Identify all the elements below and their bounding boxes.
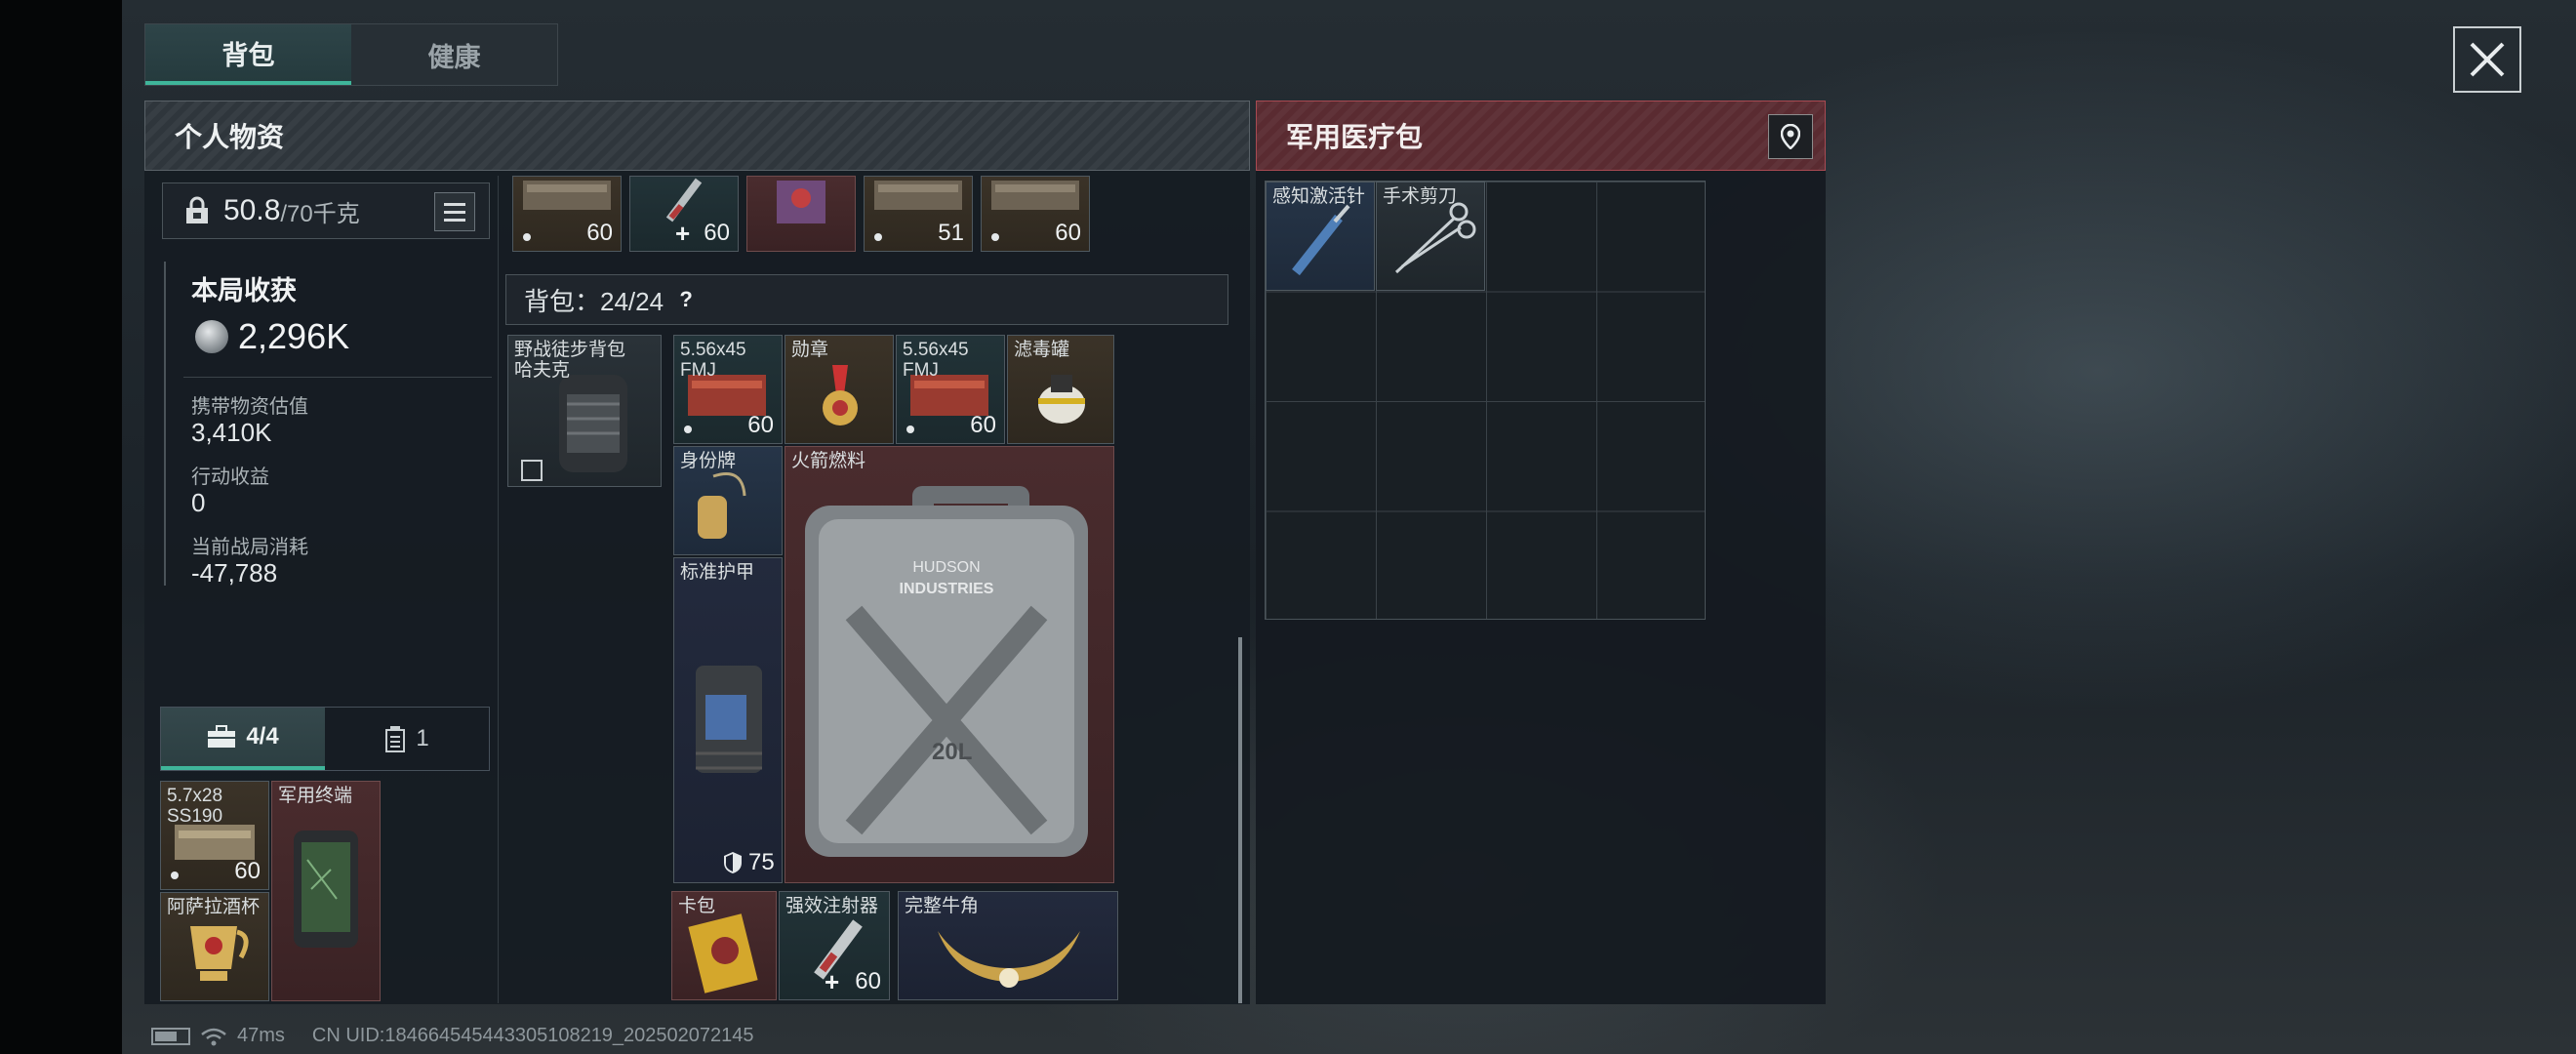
screen-edge [0,0,122,1054]
item-name: 阿萨拉酒杯 [167,897,261,917]
lock-icon [186,196,208,223]
item-count: 60 [234,858,261,884]
bag-item-horn[interactable]: 完整牛角 [898,891,1118,1000]
pouch-item-terminal[interactable]: 军用终端 [271,781,381,1001]
item-name: 5.56x45 FMJ [680,340,746,381]
rig-item-ammo-box[interactable]: 60 [981,176,1090,252]
weight-value: 50.8 [223,194,281,226]
stats-heading: 本局收获 [191,276,297,305]
item-name: 军用终端 [278,786,353,806]
tab-backpack[interactable]: 背包 [145,24,351,85]
item-name: 滤毒罐 [1014,340,1070,360]
item-count: 60 [1055,220,1081,246]
close-button[interactable] [2453,26,2521,93]
can-brand-sub: INDUSTRIES [900,581,994,597]
item-count: 60 [970,412,996,438]
action-label: 行动收益 [191,466,269,488]
close-icon [2470,42,2505,77]
tab-label: 1 [416,725,429,751]
weight-max: /70千克 [280,200,360,227]
briefcase-icon [208,725,236,748]
rig-item-ammo-box[interactable]: 60 [512,176,622,252]
backpack-slot[interactable]: 野战徒步背包 哈夫克 [507,335,662,487]
med-item-stimulant[interactable]: 感知激活针 [1266,182,1375,291]
armor-durability: 75 [748,849,775,875]
ping: 47ms [237,1025,285,1046]
stats-total: 2,296K [238,316,350,356]
item-name: 5.56x45 FMJ [903,340,969,381]
item-name: 5.7x28 SS190 [167,786,223,827]
item-name: 手术剪刀 [1383,186,1458,207]
item-name: 感知激活针 [1272,186,1366,207]
locate-button[interactable] [1768,114,1813,159]
list-icon [444,202,465,206]
coin-icon [195,320,228,353]
bag-item-armor[interactable]: 标准护甲 75 [673,557,783,883]
item-name: 身份牌 [680,451,737,471]
carry-label: 携带物资估值 [191,396,308,418]
stats-divider [183,377,492,378]
panel-divider [498,176,499,1003]
personal-panel-title: 个人物资 [144,101,1250,171]
rig-item-card-bag[interactable] [746,176,856,252]
item-name: 强效注射器 [785,896,879,916]
bag-item-ammo-556[interactable]: 5.56x45 FMJ 60 [896,335,1005,444]
terminal-icon [294,831,358,948]
battery-icon [151,1027,190,1045]
pouch-item-ammo[interactable]: 5.7x28 SS190 60 [160,781,269,890]
shield-icon [724,852,742,873]
bag-item-card-bag[interactable]: 卡包 [671,891,777,1000]
armor-vest-icon [696,666,762,773]
player-uid: CN UID:18466454544330510821​9_2025020721… [311,1025,754,1046]
help-button[interactable]: ? [673,287,699,312]
bag-item-injector[interactable]: 强效注射器 + 60 [779,891,890,1000]
item-count: 60 [586,220,613,246]
item-name: 完整牛角 [905,896,980,916]
item-count: 60 [855,968,881,994]
item-name: 野战徒步背包 哈夫克 [514,340,626,381]
container-tabs: 4/4 1 [160,707,490,771]
med-item-scissors[interactable]: 手术剪刀 [1376,182,1485,291]
cost-label: 当前战局消耗 [191,537,308,558]
medical-kit-title-text: 军用医疗包 [1286,122,1424,152]
match-stats: 本局收获 2,296K 携带物资估值 3,410K 行动收益 0 当前战局消耗 … [164,262,492,588]
tab-case[interactable]: 1 [325,708,489,770]
tab-health[interactable]: 健康 [351,24,557,85]
carry-value: 3,410K [191,418,272,447]
can-volume: 20L [932,739,972,765]
cost-value: -47,788 [191,558,278,588]
bag-item-filter[interactable]: 滤毒罐 [1007,335,1114,444]
case-icon [385,726,406,752]
jerrycan-icon: HUDSON INDUSTRIES 20L [805,486,1088,857]
list-button[interactable] [434,192,475,231]
status-bar: 47ms CN UID:18466454544330510821​9_20250… [151,1025,754,1047]
bag-item-ammo-556[interactable]: 5.56x45 FMJ 60 [673,335,783,444]
top-tabs: 背包 健康 [144,23,558,86]
backpack-scrollbar[interactable] [1238,637,1242,1003]
medical-kit-title: 军用医疗包 [1256,101,1826,171]
item-name: 标准护甲 [680,562,755,583]
wifi-icon [201,1028,226,1045]
item-name: 卡包 [678,896,716,916]
map-pin-icon [1781,124,1800,149]
bag-item-rocket-fuel[interactable]: 火箭燃料 HUDSON INDUSTRIES 20L [785,446,1114,883]
bag-item-dogtag[interactable]: 身份牌 [673,446,783,555]
rig-item-ammo-box[interactable]: 51 [864,176,973,252]
bag-item-medal[interactable]: 勋章 [785,335,894,444]
tab-label: 4/4 [246,723,279,750]
card-bag-icon [777,181,825,223]
item-count: 60 [747,412,774,438]
item-count: 51 [938,220,964,246]
weight-box: 50.8 /70千克 [162,182,490,239]
tab-pouch[interactable]: 4/4 [161,708,325,770]
item-name: 火箭燃料 [791,451,866,471]
item-count: 60 [704,220,730,246]
pouch-item-cup[interactable]: 阿萨拉酒杯 [160,892,269,1001]
backpack-capacity: 背包：24/24 [524,286,664,316]
action-value: 0 [191,488,206,517]
rig-item-injector[interactable]: + 60 [629,176,739,252]
item-name: 勋章 [791,340,829,360]
can-brand: HUDSON [912,559,980,576]
backpack-capacity-header: 背包：24/24 ? [505,274,1228,325]
